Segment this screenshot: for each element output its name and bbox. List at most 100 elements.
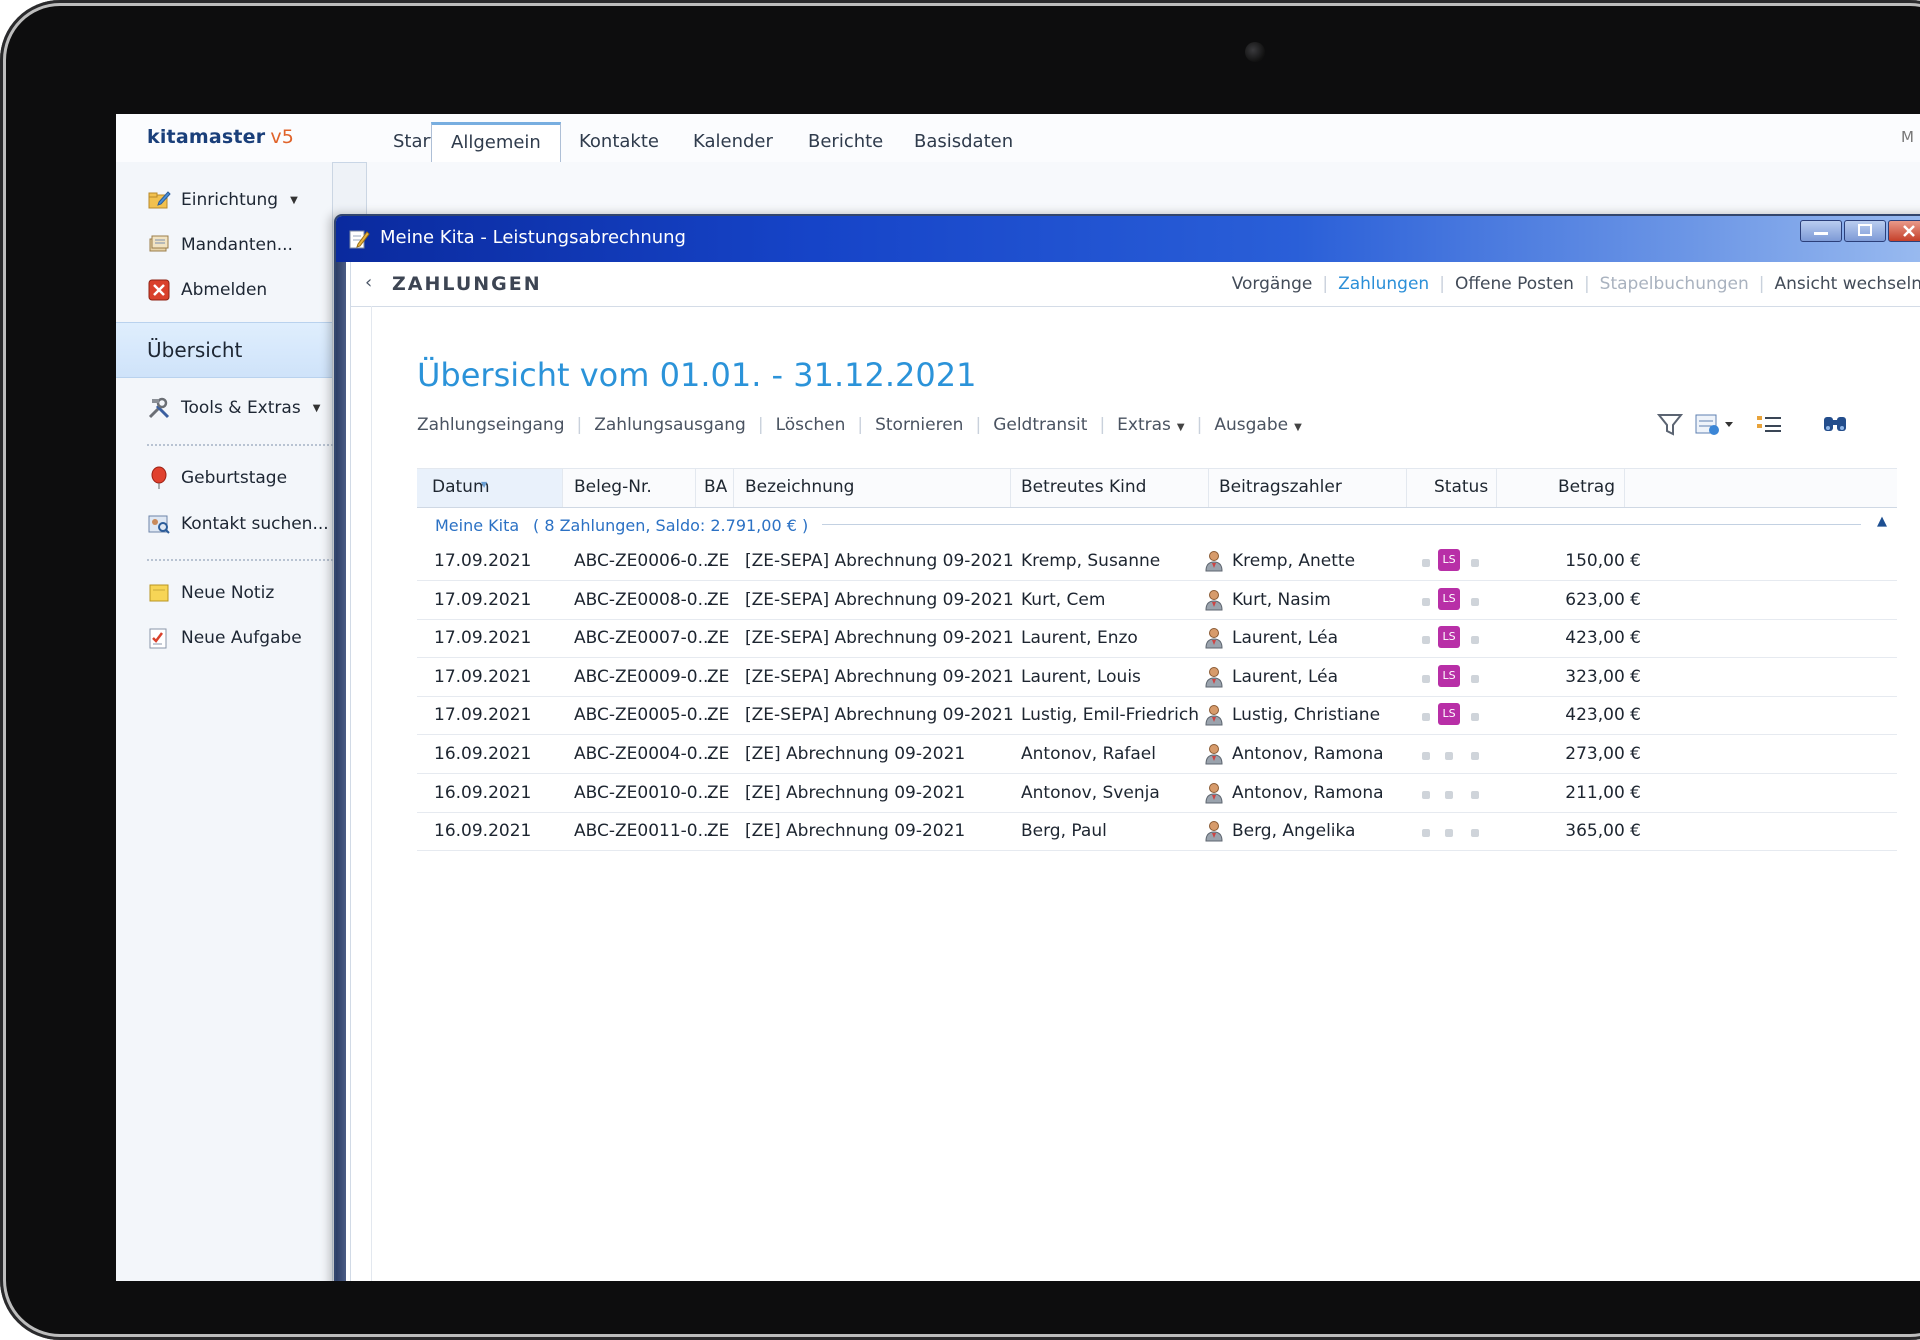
subnav-ansicht-wechseln[interactable]: Ansicht wechseln [1775,274,1920,294]
cell-ba: ZE [707,589,730,610]
back-chevron-icon[interactable]: ‹ [365,272,372,293]
nav-mandanten[interactable]: Mandanten... [147,231,293,259]
column-header-beleg[interactable]: Beleg-Nr. [563,469,696,507]
ausgabe-dropdown[interactable]: Ausgabe ▼ [1214,415,1301,435]
stornieren-button[interactable]: Stornieren [875,415,963,435]
cell-betrag: 623,00 € [1565,589,1641,610]
nav-kontakt-suchen[interactable]: Kontakt suchen... [147,510,329,538]
note-icon [149,584,169,602]
table-row[interactable]: 17.09.2021 ABC-ZE0007-0... ZE [ZE-SEPA] Abr… [417,619,1897,659]
cell-datum: 16.09.2021 [434,782,532,803]
extras-dropdown[interactable]: Extras ▼ [1117,415,1184,435]
nav-divider [147,444,333,446]
tab-kontakte[interactable]: Kontakte [560,124,678,162]
brand-version: v5 [270,126,295,148]
main-area-background [366,162,1920,220]
corner-text: M [1901,128,1914,146]
camera-icon [1245,42,1265,62]
maximize-button[interactable] [1844,220,1886,242]
tab-allgemein[interactable]: Allgemein [431,122,561,164]
group-summary: ( 8 Zahlungen, Saldo: 2.791,00 € ) [533,516,809,535]
cell-beleg-nr: ABC-ZE0009-0... [574,666,714,687]
balloon-icon [151,466,167,489]
collapse-chevron-icon[interactable]: ▲ [1877,514,1887,529]
zahlungsausgang-button[interactable]: Zahlungsausgang [594,415,746,435]
export-dropdown-icon[interactable] [1694,409,1740,439]
minimize-button[interactable] [1800,220,1842,242]
loeschen-button[interactable]: Löschen [776,415,846,435]
tab-berichte[interactable]: Berichte [789,124,902,162]
column-header-betrag[interactable]: Betrag [1497,469,1625,507]
tab-kalender[interactable]: Kalender [674,124,792,162]
cell-betreutes-kind: Antonov, Rafael [1021,744,1156,764]
cell-ba: ZE [707,551,730,571]
nav-tools-label: Tools & Extras [181,398,301,418]
app-logo: kitamaster v5 [147,126,294,148]
ls-status-badge: LS [1438,626,1460,649]
table-row[interactable]: 16.09.2021 ABC-ZE0004-0... ZE [ZE] Abrechnu… [417,735,1897,774]
cell-betrag: 150,00 € [1565,551,1641,571]
status-dot [1471,790,1479,799]
cell-datum: 17.09.2021 [434,589,532,610]
nav-notiz-label: Neue Notiz [181,583,275,603]
status-dot [1471,752,1479,760]
filter-icon[interactable] [1656,409,1684,439]
tab-basisdaten[interactable]: Basisdaten [895,124,1032,162]
cell-betrag: 423,00 € [1565,705,1641,726]
cell-datum: 17.09.2021 [434,551,532,571]
contact-search-icon [148,515,170,534]
action-toolbar: Zahlungseingang | Zahlungsausgang | Löschen |… [417,415,1302,435]
window-body: ‹ ZAHLUNGEN Vorgänge | Zahlungen | Offene Po… [350,262,1920,1281]
cell-beitragszahler: Lustig, Christiane [1232,705,1381,726]
chevron-down-icon: ▼ [312,402,321,414]
ls-status-badge: LS [1438,664,1460,687]
status-dot [1422,636,1430,645]
column-header-status[interactable]: Status [1407,469,1497,507]
subnav-offene-posten[interactable]: Offene Posten [1455,274,1574,294]
nav-uebersicht-label: Übersicht [147,338,243,362]
table-row[interactable]: 17.09.2021 ABC-ZE0005-0... ZE [ZE-SEPA] Abr… [417,696,1897,736]
zahlungseingang-button[interactable]: Zahlungseingang [417,415,565,435]
group-label: Meine Kita [435,516,520,535]
person-icon [1204,782,1224,804]
table-row[interactable]: 16.09.2021 ABC-ZE0011-0... ZE [ZE] Abrechnu… [417,812,1897,852]
nav-neue-aufgabe[interactable]: Neue Aufgabe [147,624,302,652]
status-dot [1445,829,1453,838]
status-dot [1422,752,1430,760]
nav-neue-notiz[interactable]: Neue Notiz [147,579,274,607]
close-button[interactable] [1888,220,1920,242]
nav-einrichtung[interactable]: Einrichtung ▼ [147,186,298,214]
sort-indicator-icon: ▼ [481,480,488,489]
status-dot [1445,752,1453,760]
nav-abmelden[interactable]: Abmelden [147,276,267,304]
cell-betreutes-kind: Kurt, Cem [1021,589,1106,610]
column-header-datum[interactable]: ▼ Datum [417,469,563,507]
binoculars-search-icon[interactable] [1820,409,1850,439]
nav-tools-extras[interactable]: Tools & Extras ▼ [147,394,320,422]
nav-abmelden-label: Abmelden [181,280,268,300]
subnav-divider: | [1758,274,1765,294]
group-row[interactable]: Meine Kita ( 8 Zahlungen, Saldo: 2.791,0… [417,512,1897,542]
toolbar-divider: | [576,415,583,435]
column-header-beitragszahler[interactable]: Beitragszahler [1209,469,1407,507]
geldtransit-button[interactable]: Geldtransit [993,415,1087,435]
column-header-kind[interactable]: Betreutes Kind [1011,469,1209,507]
subnav-zahlungen[interactable]: Zahlungen [1338,274,1429,294]
subnav-vorgaenge[interactable]: Vorgänge [1232,274,1313,294]
cell-betreutes-kind: Laurent, Louis [1021,666,1141,687]
column-chooser-icon[interactable] [1754,409,1784,439]
status-dot [1471,713,1479,722]
toolbar-divider: | [757,415,764,435]
nav-geburtstage[interactable]: Geburtstage [147,464,287,492]
table-row[interactable]: 17.09.2021 ABC-ZE0006-0... ZE [ZE-SEPA] Abr… [417,542,1897,581]
column-header-ba[interactable]: BA [696,469,734,507]
table-row[interactable]: 16.09.2021 ABC-ZE0010-0... ZE [ZE] Abrechnu… [417,774,1897,813]
column-header-bezeichnung[interactable]: Bezeichnung [734,469,1011,507]
nav-uebersicht[interactable]: Übersicht [116,322,332,378]
table-row[interactable]: 17.09.2021 ABC-ZE0008-0... ZE [ZE-SEPA] Abr… [417,581,1897,620]
table-row[interactable]: 17.09.2021 ABC-ZE0009-0... ZE [ZE-SEPA] Abr… [417,658,1897,697]
status-dot [1471,829,1479,838]
nav-mandanten-label: Mandanten... [181,235,293,255]
window-titlebar[interactable]: Meine Kita - Leistungsabrechnung [336,216,1920,262]
status-dot [1445,790,1453,799]
